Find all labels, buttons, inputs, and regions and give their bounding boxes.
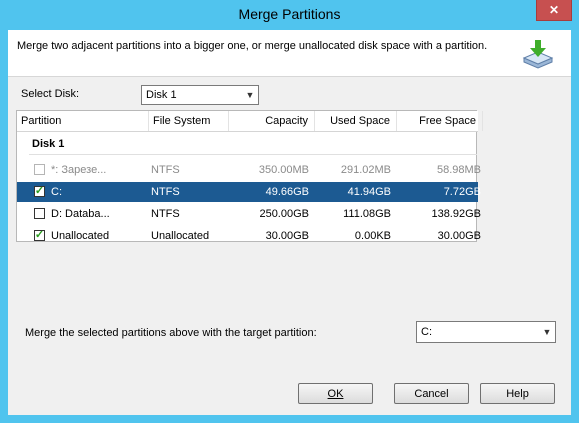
merge-partitions-window: Merge Partitions ✕ Merge two adjacent pa… bbox=[0, 0, 579, 423]
target-partition-dropdown[interactable]: C: ▼ bbox=[416, 321, 556, 343]
cell-free-space: 58.98MB bbox=[436, 164, 481, 176]
cell-free-space: 138.92GB bbox=[431, 208, 481, 220]
table-row[interactable]: ✓ C: NTFS 49.66GB 41.94GB 7.72GB bbox=[17, 182, 481, 202]
cell-capacity: 30.00GB bbox=[265, 230, 309, 242]
cell-capacity: 350.00MB bbox=[258, 164, 309, 176]
dialog-body: Merge two adjacent partitions into a big… bbox=[8, 30, 571, 415]
checkbox[interactable]: ✓ bbox=[34, 186, 45, 197]
cell-used-space: 41.94GB bbox=[347, 186, 391, 198]
header-description: Merge two adjacent partitions into a big… bbox=[17, 40, 488, 52]
group-divider bbox=[29, 154, 477, 155]
chevron-down-icon[interactable]: ▼ bbox=[242, 86, 258, 104]
cell-free-space: 7.72GB bbox=[443, 186, 481, 198]
column-header-partition[interactable]: Partition bbox=[17, 111, 149, 131]
column-header-file-system[interactable]: File System bbox=[149, 111, 229, 131]
disk-select-dropdown[interactable]: Disk 1 ▼ bbox=[141, 85, 259, 105]
close-button[interactable]: ✕ bbox=[536, 0, 572, 21]
chevron-down-icon[interactable]: ▼ bbox=[539, 322, 555, 342]
cell-file-system: Unallocated bbox=[151, 230, 210, 242]
checkbox bbox=[34, 164, 45, 175]
cancel-button-label: Cancel bbox=[414, 387, 449, 400]
cell-used-space: 0.00KB bbox=[354, 230, 391, 242]
partition-table: Partition File System Capacity Used Spac… bbox=[16, 110, 483, 242]
column-header-free-space[interactable]: Free Space bbox=[397, 111, 483, 131]
cell-used-space: 291.02MB bbox=[340, 164, 391, 176]
table-header: Partition File System Capacity Used Spac… bbox=[17, 111, 483, 132]
checkbox[interactable]: ✓ bbox=[34, 230, 45, 241]
cell-partition: Unallocated bbox=[51, 230, 110, 242]
cell-free-space: 30.00GB bbox=[437, 230, 481, 242]
cell-file-system: NTFS bbox=[151, 164, 180, 176]
cancel-button[interactable]: Cancel bbox=[394, 383, 469, 404]
column-header-capacity[interactable]: Capacity bbox=[229, 111, 315, 131]
cell-capacity: 250.00GB bbox=[259, 208, 309, 220]
merge-disk-icon bbox=[522, 40, 554, 69]
table-row[interactable]: *: Зарезе... NTFS 350.00MB 291.02MB 58.9… bbox=[17, 160, 481, 180]
cell-used-space: 111.08GB bbox=[343, 208, 391, 220]
ok-button[interactable]: OK bbox=[298, 383, 373, 404]
select-disk-label: Select Disk: bbox=[21, 88, 80, 100]
help-button[interactable]: Help bbox=[480, 383, 555, 404]
target-partition-value: C: bbox=[421, 326, 432, 338]
table-row[interactable]: D: Databa... NTFS 250.00GB 111.08GB 138.… bbox=[17, 204, 481, 224]
checkbox[interactable] bbox=[34, 208, 45, 219]
help-button-label: Help bbox=[506, 387, 529, 400]
cell-partition: *: Зарезе... bbox=[51, 164, 107, 176]
disk-select-value: Disk 1 bbox=[146, 89, 177, 101]
column-header-used-space[interactable]: Used Space bbox=[315, 111, 397, 131]
cell-partition: D: Databa... bbox=[51, 208, 110, 220]
cell-partition: C: bbox=[51, 186, 62, 198]
target-partition-label: Merge the selected partitions above with… bbox=[25, 327, 317, 339]
table-row[interactable]: ✓ Unallocated Unallocated 30.00GB 0.00KB… bbox=[17, 226, 481, 246]
cell-file-system: NTFS bbox=[151, 186, 180, 198]
cell-file-system: NTFS bbox=[151, 208, 180, 220]
header-band: Merge two adjacent partitions into a big… bbox=[8, 30, 571, 77]
disk-group-label: Disk 1 bbox=[32, 138, 65, 150]
ok-button-label: OK bbox=[327, 387, 344, 400]
window-title: Merge Partitions bbox=[238, 6, 341, 22]
title-bar: Merge Partitions ✕ bbox=[0, 0, 579, 28]
cell-capacity: 49.66GB bbox=[265, 186, 309, 198]
